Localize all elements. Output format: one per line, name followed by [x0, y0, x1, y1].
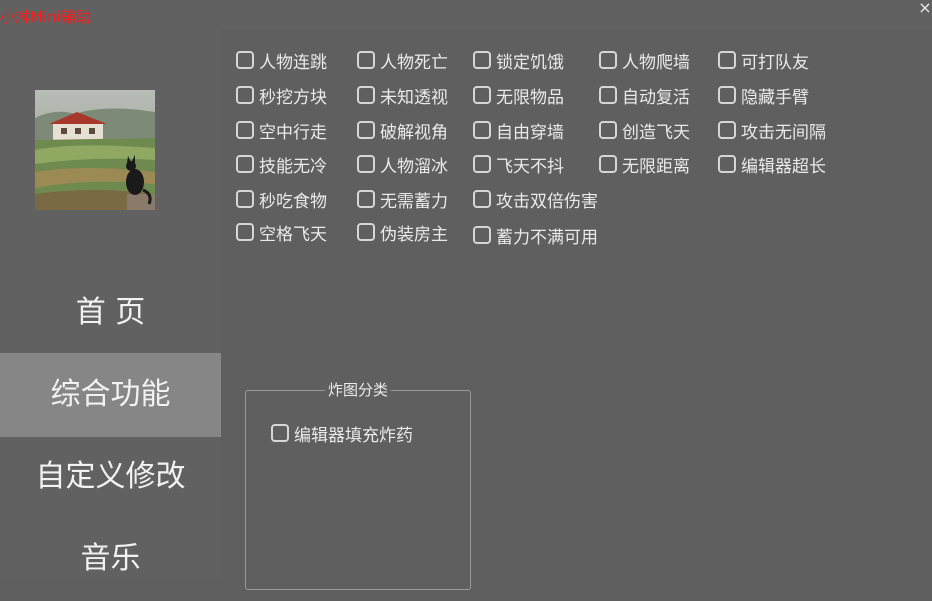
- checkbox-feature[interactable]: 无限距离: [599, 151, 690, 177]
- checkbox-editor-fill-explosive[interactable]: 编辑器填充炸药: [271, 420, 413, 446]
- checkbox-box[interactable]: [357, 190, 375, 208]
- checkbox-label: 无限物品: [496, 87, 564, 108]
- checkbox-box[interactable]: [473, 226, 491, 244]
- checkbox-feature[interactable]: 无限物品: [473, 82, 564, 108]
- checkbox-label: 隐藏手臂: [741, 87, 809, 108]
- checkbox-label: 飞天不抖: [496, 156, 564, 177]
- checkbox-feature[interactable]: 攻击无间隔: [718, 117, 826, 143]
- checkbox-feature[interactable]: 未知透视: [357, 82, 448, 108]
- checkbox-feature[interactable]: 秒吃食物: [236, 186, 327, 212]
- checkbox-box[interactable]: [236, 51, 254, 69]
- app-title: 小淋Mini辅助: [0, 8, 91, 26]
- checkbox-box[interactable]: [357, 121, 375, 139]
- checkbox-box[interactable]: [473, 51, 491, 69]
- checkbox-label: 无需蓄力: [380, 191, 448, 212]
- group-title: 炸图分类: [324, 381, 391, 399]
- checkbox-box[interactable]: [599, 86, 617, 104]
- checkbox-box[interactable]: [599, 51, 617, 69]
- group-legend: 炸图分类: [246, 379, 470, 400]
- checkbox-feature[interactable]: 技能无冷: [236, 151, 327, 177]
- checkbox-box[interactable]: [718, 51, 736, 69]
- checkbox-box[interactable]: [599, 155, 617, 173]
- checkbox-label: 空中行走: [259, 122, 327, 143]
- checkbox-feature[interactable]: 伪装房主: [357, 219, 448, 245]
- checkbox-feature[interactable]: 创造飞天: [599, 117, 690, 143]
- checkbox-box[interactable]: [718, 121, 736, 139]
- checkbox-feature[interactable]: 人物爬墙: [599, 47, 690, 73]
- nav-custom-modify[interactable]: 自定义修改: [0, 435, 221, 519]
- title-bar: 小淋Mini辅助 ×: [0, 0, 932, 30]
- checkbox-feature[interactable]: 攻击双倍伤害: [473, 186, 598, 212]
- avatar: [35, 90, 155, 210]
- checkbox-box[interactable]: [473, 190, 491, 208]
- checkbox-label: 锁定饥饿: [496, 52, 564, 73]
- checkbox-label: 自由穿墙: [496, 122, 564, 143]
- checkbox-label: 蓄力不满可用: [496, 227, 598, 248]
- checkbox-box[interactable]: [236, 223, 254, 241]
- checkbox-label: 人物爬墙: [622, 52, 690, 73]
- checkbox-feature[interactable]: 飞天不抖: [473, 151, 564, 177]
- avatar-image: [35, 90, 155, 210]
- checkbox-box[interactable]: [357, 223, 375, 241]
- checkbox-label: 未知透视: [380, 87, 448, 108]
- checkbox-feature[interactable]: 空中行走: [236, 117, 327, 143]
- checkbox-feature[interactable]: 编辑器超长: [718, 151, 826, 177]
- checkbox-box[interactable]: [718, 86, 736, 104]
- checkbox-feature[interactable]: 破解视角: [357, 117, 448, 143]
- checkbox-feature[interactable]: 人物死亡: [357, 47, 448, 73]
- checkbox-label: 编辑器填充炸药: [294, 425, 413, 446]
- checkbox-label: 创造飞天: [622, 122, 690, 143]
- checkbox-feature[interactable]: 自动复活: [599, 82, 690, 108]
- checkbox-box[interactable]: [271, 424, 289, 442]
- checkbox-label: 秒挖方块: [259, 87, 327, 108]
- close-button[interactable]: ×: [918, 0, 932, 16]
- checkbox-box[interactable]: [718, 155, 736, 173]
- checkbox-box[interactable]: [236, 155, 254, 173]
- checkbox-label: 无限距离: [622, 156, 690, 177]
- checkbox-feature[interactable]: 空格飞天: [236, 219, 327, 245]
- checkbox-label: 人物死亡: [380, 52, 448, 73]
- checkbox-box[interactable]: [357, 86, 375, 104]
- checkbox-feature[interactable]: 自由穿墙: [473, 117, 564, 143]
- checkbox-feature[interactable]: 锁定饥饿: [473, 47, 564, 73]
- checkbox-feature[interactable]: 可打队友: [718, 47, 809, 73]
- checkbox-box[interactable]: [236, 190, 254, 208]
- checkbox-label: 技能无冷: [259, 156, 327, 177]
- sidebar: 首 页 综合功能 自定义修改 音乐: [0, 30, 221, 578]
- checkbox-label: 空格飞天: [259, 224, 327, 245]
- checkbox-feature[interactable]: 无需蓄力: [357, 186, 448, 212]
- checkbox-box[interactable]: [473, 155, 491, 173]
- nav-general-functions[interactable]: 综合功能: [0, 353, 221, 437]
- checkbox-label: 可打队友: [741, 52, 809, 73]
- checkbox-label: 伪装房主: [380, 224, 448, 245]
- checkbox-box[interactable]: [357, 155, 375, 173]
- checkbox-feature[interactable]: 人物连跳: [236, 47, 327, 73]
- checkbox-label: 人物连跳: [259, 52, 327, 73]
- checkbox-box[interactable]: [473, 86, 491, 104]
- checkbox-label: 自动复活: [622, 87, 690, 108]
- checkbox-feature[interactable]: 隐藏手臂: [718, 82, 809, 108]
- checkbox-label: 破解视角: [380, 122, 448, 143]
- checkbox-label: 编辑器超长: [741, 156, 826, 177]
- checkbox-feature[interactable]: 蓄力不满可用: [473, 222, 598, 248]
- checkbox-box[interactable]: [599, 121, 617, 139]
- nav-home[interactable]: 首 页: [0, 271, 221, 355]
- checkbox-box[interactable]: [236, 121, 254, 139]
- checkbox-feature[interactable]: 秒挖方块: [236, 82, 327, 108]
- checkbox-label: 攻击无间隔: [741, 122, 826, 143]
- checkbox-label: 攻击双倍伤害: [496, 191, 598, 212]
- nav-music[interactable]: 音乐: [0, 517, 221, 601]
- checkbox-box[interactable]: [357, 51, 375, 69]
- checkbox-label: 人物溜冰: [380, 156, 448, 177]
- checkbox-feature[interactable]: 人物溜冰: [357, 151, 448, 177]
- checkbox-label: 秒吃食物: [259, 191, 327, 212]
- checkbox-box[interactable]: [473, 121, 491, 139]
- checkbox-box[interactable]: [236, 86, 254, 104]
